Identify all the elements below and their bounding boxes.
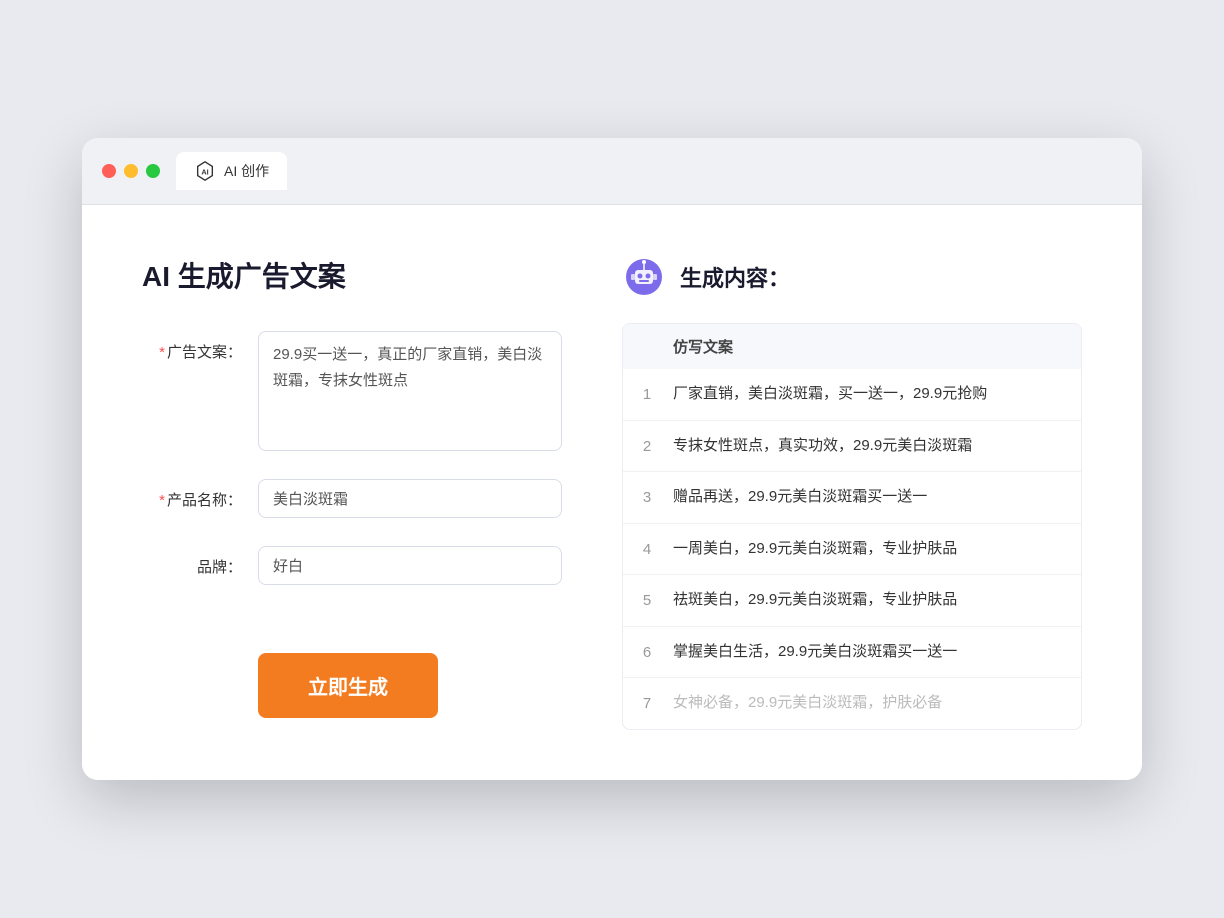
row-number: 6 [635, 644, 659, 661]
result-rows-container: 1 厂家直销，美白淡斑霜，买一送一，29.9元抢购 2 专抹女性斑点，真实功效，29… [623, 369, 1081, 729]
row-number: 3 [635, 489, 659, 506]
result-row: 6 掌握美白生活，29.9元美白淡斑霜买一送一 [623, 627, 1081, 679]
result-row: 7 女神必备，29.9元美白淡斑霜，护肤必备 [623, 678, 1081, 729]
minimize-button[interactable] [124, 164, 138, 178]
browser-window: AI AI 创作 AI 生成广告文案 *广告文案： *产品名称： [82, 138, 1142, 780]
tab-label: AI 创作 [224, 161, 269, 181]
product-name-label: *产品名称： [142, 479, 242, 510]
product-name-input[interactable] [258, 479, 562, 518]
row-text: 赠品再送，29.9元美白淡斑霜买一送一 [673, 486, 1035, 509]
result-header: 生成内容： [622, 255, 1082, 299]
row-text: 专抹女性斑点，真实功效，29.9元美白淡斑霜 [673, 435, 1035, 458]
brand-label: 品牌： [142, 546, 242, 577]
row-number: 4 [635, 541, 659, 558]
browser-tab[interactable]: AI AI 创作 [176, 152, 287, 190]
svg-text:AI: AI [201, 168, 208, 177]
close-button[interactable] [102, 164, 116, 178]
ad-required-mark: * [159, 344, 165, 361]
ad-copy-group: *广告文案： [142, 331, 562, 451]
table-header-text: 仿写文案 [673, 339, 733, 356]
ad-copy-input[interactable] [258, 331, 562, 451]
browser-content: AI 生成广告文案 *广告文案： *产品名称： 品牌： 立 [82, 205, 1142, 780]
row-text: 女神必备，29.9元美白淡斑霜，护肤必备 [673, 692, 1035, 715]
result-title: 生成内容： [680, 261, 790, 293]
generate-button[interactable]: 立即生成 [258, 653, 438, 718]
robot-icon [622, 255, 666, 299]
copy-icon[interactable] [1049, 539, 1069, 559]
product-name-group: *产品名称： [142, 479, 562, 518]
result-container: 仿写文案 1 厂家直销，美白淡斑霜，买一送一，29.9元抢购 2 专抹女性斑点，真实… [622, 323, 1082, 730]
left-panel: AI 生成广告文案 *广告文案： *产品名称： 品牌： 立 [142, 255, 562, 730]
result-row: 5 祛斑美白，29.9元美白淡斑霜，专业护肤品 [623, 575, 1081, 627]
row-number: 7 [635, 695, 659, 712]
result-row: 3 赠品再送，29.9元美白淡斑霜买一送一 [623, 472, 1081, 524]
row-text: 一周美白，29.9元美白淡斑霜，专业护肤品 [673, 538, 1035, 561]
copy-icon[interactable] [1049, 591, 1069, 611]
result-row: 4 一周美白，29.9元美白淡斑霜，专业护肤品 [623, 524, 1081, 576]
result-row: 2 专抹女性斑点，真实功效，29.9元美白淡斑霜 [623, 421, 1081, 473]
brand-group: 品牌： [142, 546, 562, 585]
right-panel: 生成内容： 仿写文案 1 厂家直销，美白淡斑霜，买一送一，29.9元抢购 2 专抹女… [622, 255, 1082, 730]
ai-tab-icon: AI [194, 160, 216, 182]
ad-copy-label: *广告文案： [142, 331, 242, 362]
row-number: 5 [635, 592, 659, 609]
copy-icon[interactable] [1049, 436, 1069, 456]
table-header-row: 仿写文案 [623, 324, 1081, 369]
product-required-mark: * [159, 492, 165, 509]
row-text: 祛斑美白，29.9元美白淡斑霜，专业护肤品 [673, 589, 1035, 612]
result-row: 1 厂家直销，美白淡斑霜，买一送一，29.9元抢购 [623, 369, 1081, 421]
titlebar: AI AI 创作 [82, 138, 1142, 205]
maximize-button[interactable] [146, 164, 160, 178]
copy-icon[interactable] [1049, 694, 1069, 714]
row-text: 掌握美白生活，29.9元美白淡斑霜买一送一 [673, 641, 1035, 664]
brand-input[interactable] [258, 546, 562, 585]
traffic-lights [102, 164, 160, 178]
copy-icon[interactable] [1049, 385, 1069, 405]
row-number: 1 [635, 386, 659, 403]
row-text: 厂家直销，美白淡斑霜，买一送一，29.9元抢购 [673, 383, 1035, 406]
row-number: 2 [635, 438, 659, 455]
page-title: AI 生成广告文案 [142, 255, 562, 295]
copy-icon[interactable] [1049, 488, 1069, 508]
copy-icon[interactable] [1049, 642, 1069, 662]
